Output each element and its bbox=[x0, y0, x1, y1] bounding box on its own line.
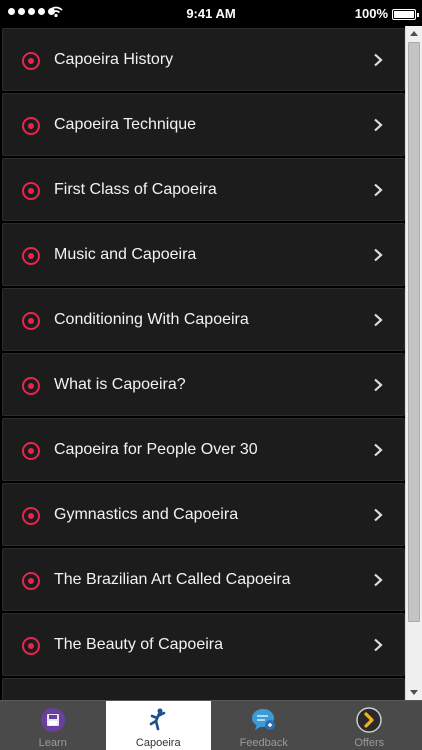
bullet-ring-icon bbox=[22, 442, 40, 460]
chevron-right-icon bbox=[374, 378, 383, 392]
scrollbar-thumb[interactable] bbox=[408, 42, 420, 622]
bullet-ring-icon bbox=[22, 377, 40, 395]
list-item[interactable] bbox=[2, 678, 405, 700]
scroll-down-arrow-icon[interactable] bbox=[410, 690, 418, 695]
bullet-ring-icon bbox=[22, 637, 40, 655]
chevron-right-icon bbox=[374, 183, 383, 197]
chevron-right-icon bbox=[374, 573, 383, 587]
martial-arts-icon bbox=[149, 708, 166, 731]
bottom-tab-bar: Learn Capoeira Feedback Offers bbox=[0, 700, 422, 750]
list-item-label: Gymnastics and Capoeira bbox=[54, 506, 239, 523]
list-item[interactable]: The Brazilian Art Called Capoeira bbox=[2, 548, 405, 611]
bullet-ring-icon bbox=[22, 52, 40, 70]
list-item[interactable]: Capoeira for People Over 30 bbox=[2, 418, 405, 481]
vertical-scrollbar[interactable] bbox=[405, 26, 422, 700]
list-item[interactable]: Capoeira History bbox=[2, 28, 405, 91]
battery-icon bbox=[392, 9, 419, 20]
tab-capoeira[interactable]: Capoeira bbox=[105, 701, 211, 750]
bullet-ring-icon bbox=[22, 117, 40, 135]
list-item-label: Capoeira History bbox=[54, 51, 174, 68]
list-item-label: Conditioning With Capoeira bbox=[54, 311, 249, 328]
list-item-label: What is Capoeira? bbox=[54, 376, 186, 393]
list-item[interactable]: Music and Capoeira bbox=[2, 223, 405, 286]
battery-percent: 100% bbox=[354, 6, 388, 21]
list-item-label: Music and Capoeira bbox=[54, 246, 197, 263]
tab-label: Capoeira bbox=[135, 737, 181, 749]
list-item[interactable]: First Class of Capoeira bbox=[2, 158, 405, 221]
tab-feedback[interactable]: Feedback bbox=[211, 701, 317, 750]
tab-label: Learn bbox=[38, 737, 67, 749]
bullet-ring-icon bbox=[22, 572, 40, 590]
list-item-label: First Class of Capoeira bbox=[54, 181, 217, 198]
topic-list: Capoeira History Capoeira Technique Firs… bbox=[0, 26, 422, 700]
tab-label: Offers bbox=[354, 737, 385, 749]
chevron-right-icon bbox=[374, 638, 383, 652]
chat-bubble-icon bbox=[251, 709, 275, 730]
scroll-up-arrow-icon[interactable] bbox=[410, 31, 418, 36]
chevron-right-icon bbox=[374, 313, 383, 327]
chevron-circle-icon bbox=[356, 707, 382, 733]
tab-learn[interactable]: Learn bbox=[0, 701, 106, 750]
list-item-label: Capoeira Technique bbox=[54, 116, 197, 133]
tab-offers[interactable]: Offers bbox=[317, 701, 422, 750]
list-item[interactable]: What is Capoeira? bbox=[2, 353, 405, 416]
bullet-ring-icon bbox=[22, 507, 40, 525]
list-item[interactable]: Conditioning With Capoeira bbox=[2, 288, 405, 351]
status-bar: 9:41 AM 100% bbox=[0, 0, 422, 28]
chevron-right-icon bbox=[374, 443, 383, 457]
list-item[interactable]: Gymnastics and Capoeira bbox=[2, 483, 405, 546]
bullet-ring-icon bbox=[22, 247, 40, 265]
chevron-right-icon bbox=[374, 118, 383, 132]
bullet-ring-icon bbox=[22, 182, 40, 200]
save-icon bbox=[40, 708, 65, 732]
list-item-label: The Brazilian Art Called Capoeira bbox=[54, 571, 291, 588]
list-item[interactable]: The Beauty of Capoeira bbox=[2, 613, 405, 676]
chevron-right-icon bbox=[374, 53, 383, 67]
list-item-label: The Beauty of Capoeira bbox=[54, 636, 223, 653]
tab-label: Feedback bbox=[239, 737, 288, 749]
bullet-ring-icon bbox=[22, 312, 40, 330]
chevron-right-icon bbox=[374, 248, 383, 262]
list-item-label: Capoeira for People Over 30 bbox=[54, 441, 258, 458]
chevron-right-icon bbox=[374, 508, 383, 522]
list-item[interactable]: Capoeira Technique bbox=[2, 93, 405, 156]
